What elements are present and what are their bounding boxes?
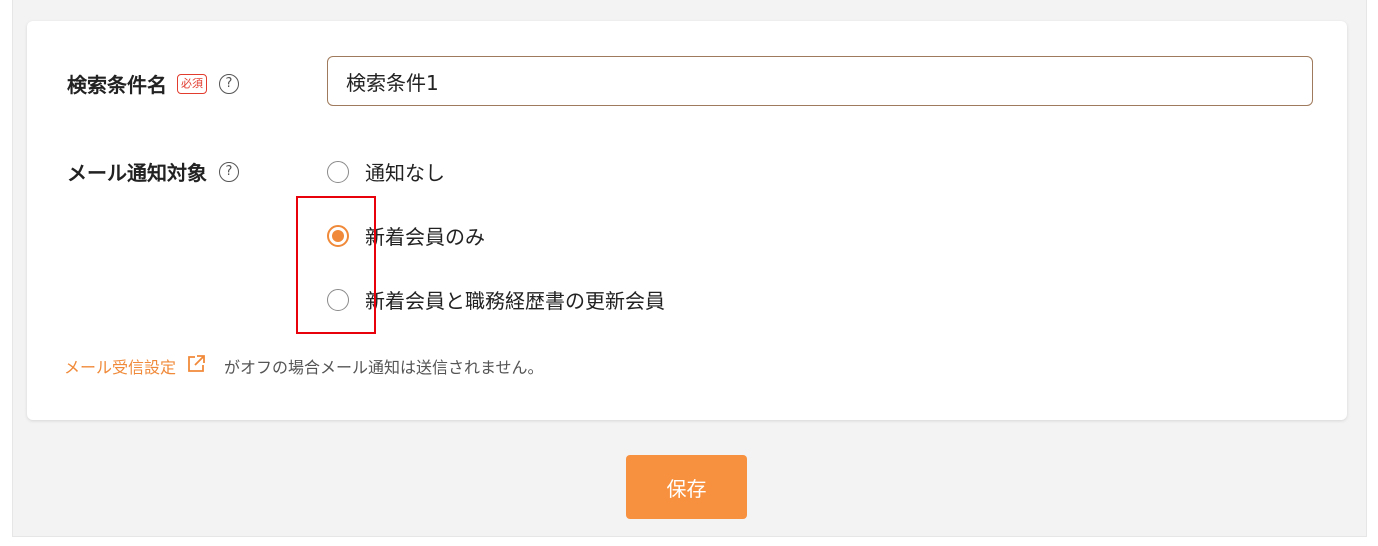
mail-target-label-group: メール通知対象 ?	[67, 157, 239, 186]
mail-target-label: メール通知対象	[67, 161, 207, 185]
search-name-input[interactable]	[327, 56, 1313, 106]
help-icon[interactable]: ?	[219, 161, 239, 182]
help-icon[interactable]: ?	[219, 73, 239, 94]
radio-label: 新着会員と職務経歴書の更新会員	[365, 289, 665, 313]
external-link-icon[interactable]	[186, 354, 206, 378]
radio-option-none[interactable]: 通知なし	[327, 157, 445, 186]
search-name-label: 検索条件名	[67, 73, 167, 97]
search-name-label-group: 検索条件名 必須 ?	[67, 69, 239, 98]
highlight-box	[296, 196, 376, 334]
mail-setting-note: メール受信設定 がオフの場合メール通知は送信されません。	[64, 354, 544, 378]
radio-label: 新着会員のみ	[365, 225, 485, 249]
radio-option-new-and-updated[interactable]: 新着会員と職務経歴書の更新会員	[327, 285, 665, 314]
mail-setting-link[interactable]: メール受信設定	[64, 354, 176, 378]
required-badge: 必須	[177, 73, 207, 94]
search-settings-card: 検索条件名 必須 ? メール通知対象 ? 通知なし 新着会員のみ 新着会員と職務…	[27, 21, 1347, 420]
save-button[interactable]: 保存	[626, 455, 747, 519]
note-text: がオフの場合メール通知は送信されません。	[224, 358, 544, 377]
radio-button[interactable]	[327, 160, 349, 183]
radio-label: 通知なし	[365, 161, 445, 185]
